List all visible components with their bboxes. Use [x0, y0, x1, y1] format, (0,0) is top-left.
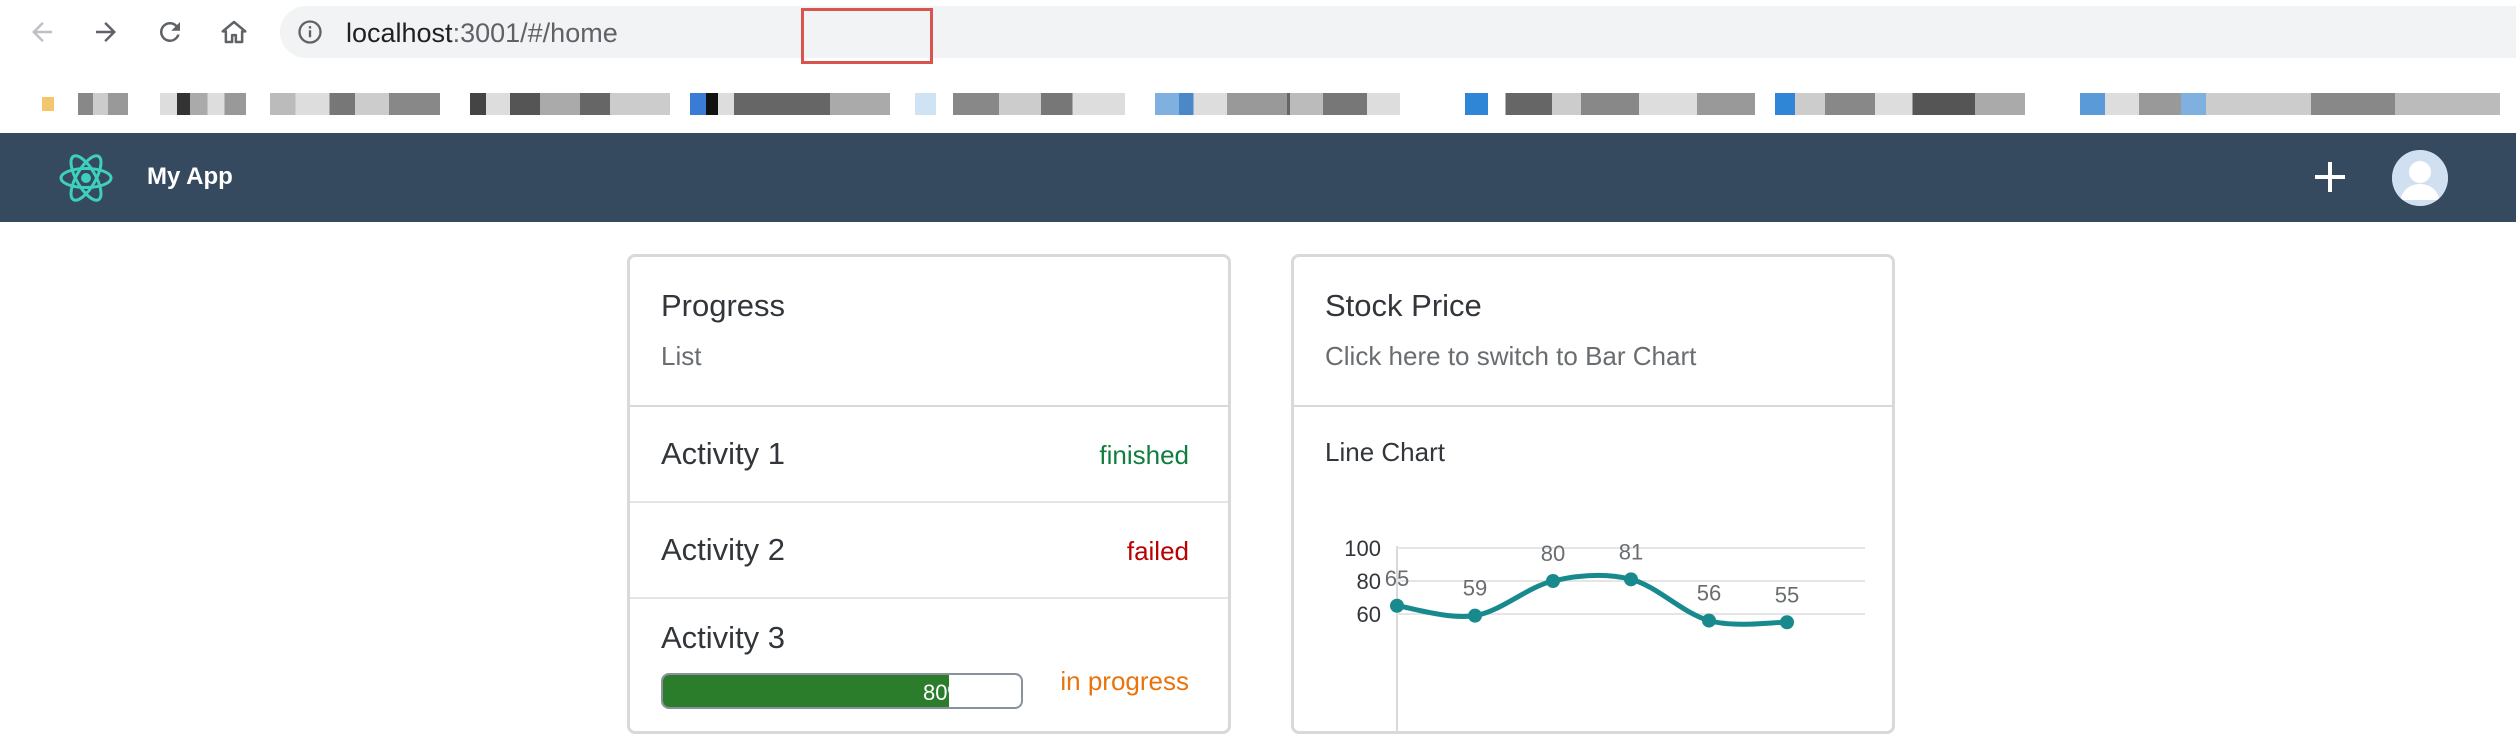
address-bar[interactable]: localhost:3001/#/home [280, 6, 2516, 64]
line-chart[interactable]: 100 80 6065 59 80 81 56 55 [1294, 257, 1895, 734]
info-icon[interactable] [296, 18, 324, 46]
bookmark-item[interactable] [160, 93, 246, 115]
bookmark-item[interactable] [78, 93, 128, 115]
bookmark-item[interactable] [2080, 93, 2500, 115]
bookmark-item[interactable] [1775, 93, 2025, 115]
data-label: 81 [1619, 539, 1643, 564]
progress-card: Progress List Activity 1 finished Activi… [627, 254, 1231, 734]
y-tick-label: 80 [1357, 569, 1381, 594]
progress-fill [663, 675, 950, 707]
bookmark-item[interactable] [690, 93, 890, 115]
y-tick-label: 100 [1344, 536, 1381, 561]
react-atom-icon[interactable] [58, 151, 114, 205]
bookmark-item[interactable] [915, 93, 1125, 115]
series-line [1396, 572, 1788, 627]
add-icon[interactable] [2308, 155, 2352, 199]
home-icon[interactable] [216, 14, 252, 50]
data-point [1702, 613, 1716, 628]
activity-title: Activity 3 [661, 620, 786, 655]
bookmark-item[interactable] [1290, 93, 1400, 115]
data-point [1546, 574, 1560, 588]
activity-title: Activity 2 [661, 532, 786, 567]
stock-price-card: Stock Price Click here to switch to Bar … [1291, 254, 1895, 734]
status-text: in progress [1060, 666, 1189, 696]
card-subtitle: List [661, 341, 702, 371]
app-title[interactable]: My App [147, 163, 233, 191]
forward-icon[interactable] [88, 14, 124, 50]
avatar[interactable] [2392, 150, 2448, 206]
data-point [1780, 615, 1794, 630]
reload-icon[interactable] [152, 14, 188, 50]
bookmark-item[interactable] [470, 93, 670, 115]
y-tick-label: 60 [1357, 602, 1381, 627]
main-content: Progress List Activity 1 finished Activi… [0, 222, 2516, 734]
card-title: Progress [661, 288, 786, 323]
status-text: finished [1099, 440, 1189, 470]
progress-text: 80% [922, 680, 967, 705]
list-item[interactable]: Activity 1 finished [630, 407, 1228, 503]
list-item[interactable]: Activity 3 80% in progress [630, 599, 1228, 719]
bookmark-item[interactable] [270, 93, 440, 115]
activity-title: Activity 1 [661, 436, 786, 471]
shellbar: My App [0, 133, 2516, 222]
data-point [1390, 598, 1404, 613]
url-host: localhost [346, 18, 453, 48]
list-item[interactable]: Activity 2 failed [630, 503, 1228, 599]
back-icon[interactable] [24, 14, 60, 50]
url-port: :3001 [452, 18, 521, 48]
progress-card-header[interactable]: Progress List [630, 257, 1228, 407]
user-icon [2392, 150, 2448, 206]
bookmark-item[interactable] [42, 97, 54, 111]
data-point [1624, 572, 1638, 587]
data-label: 65 [1385, 566, 1409, 591]
data-label: 80 [1541, 541, 1565, 566]
url-highlight-box [801, 8, 933, 64]
bookmarks-bar [0, 65, 2516, 134]
data-label: 55 [1775, 582, 1799, 607]
bookmark-item[interactable] [1465, 93, 1755, 115]
data-label: 56 [1697, 581, 1721, 606]
url-text[interactable]: localhost:3001/#/home [346, 19, 618, 47]
status-text: failed [1126, 536, 1189, 566]
data-point [1468, 608, 1482, 623]
data-label: 59 [1463, 576, 1487, 601]
progress-indicator: 80% [661, 673, 1023, 709]
url-hash: /#/home [520, 18, 618, 48]
browser-toolbar: localhost:3001/#/home [0, 0, 2516, 65]
